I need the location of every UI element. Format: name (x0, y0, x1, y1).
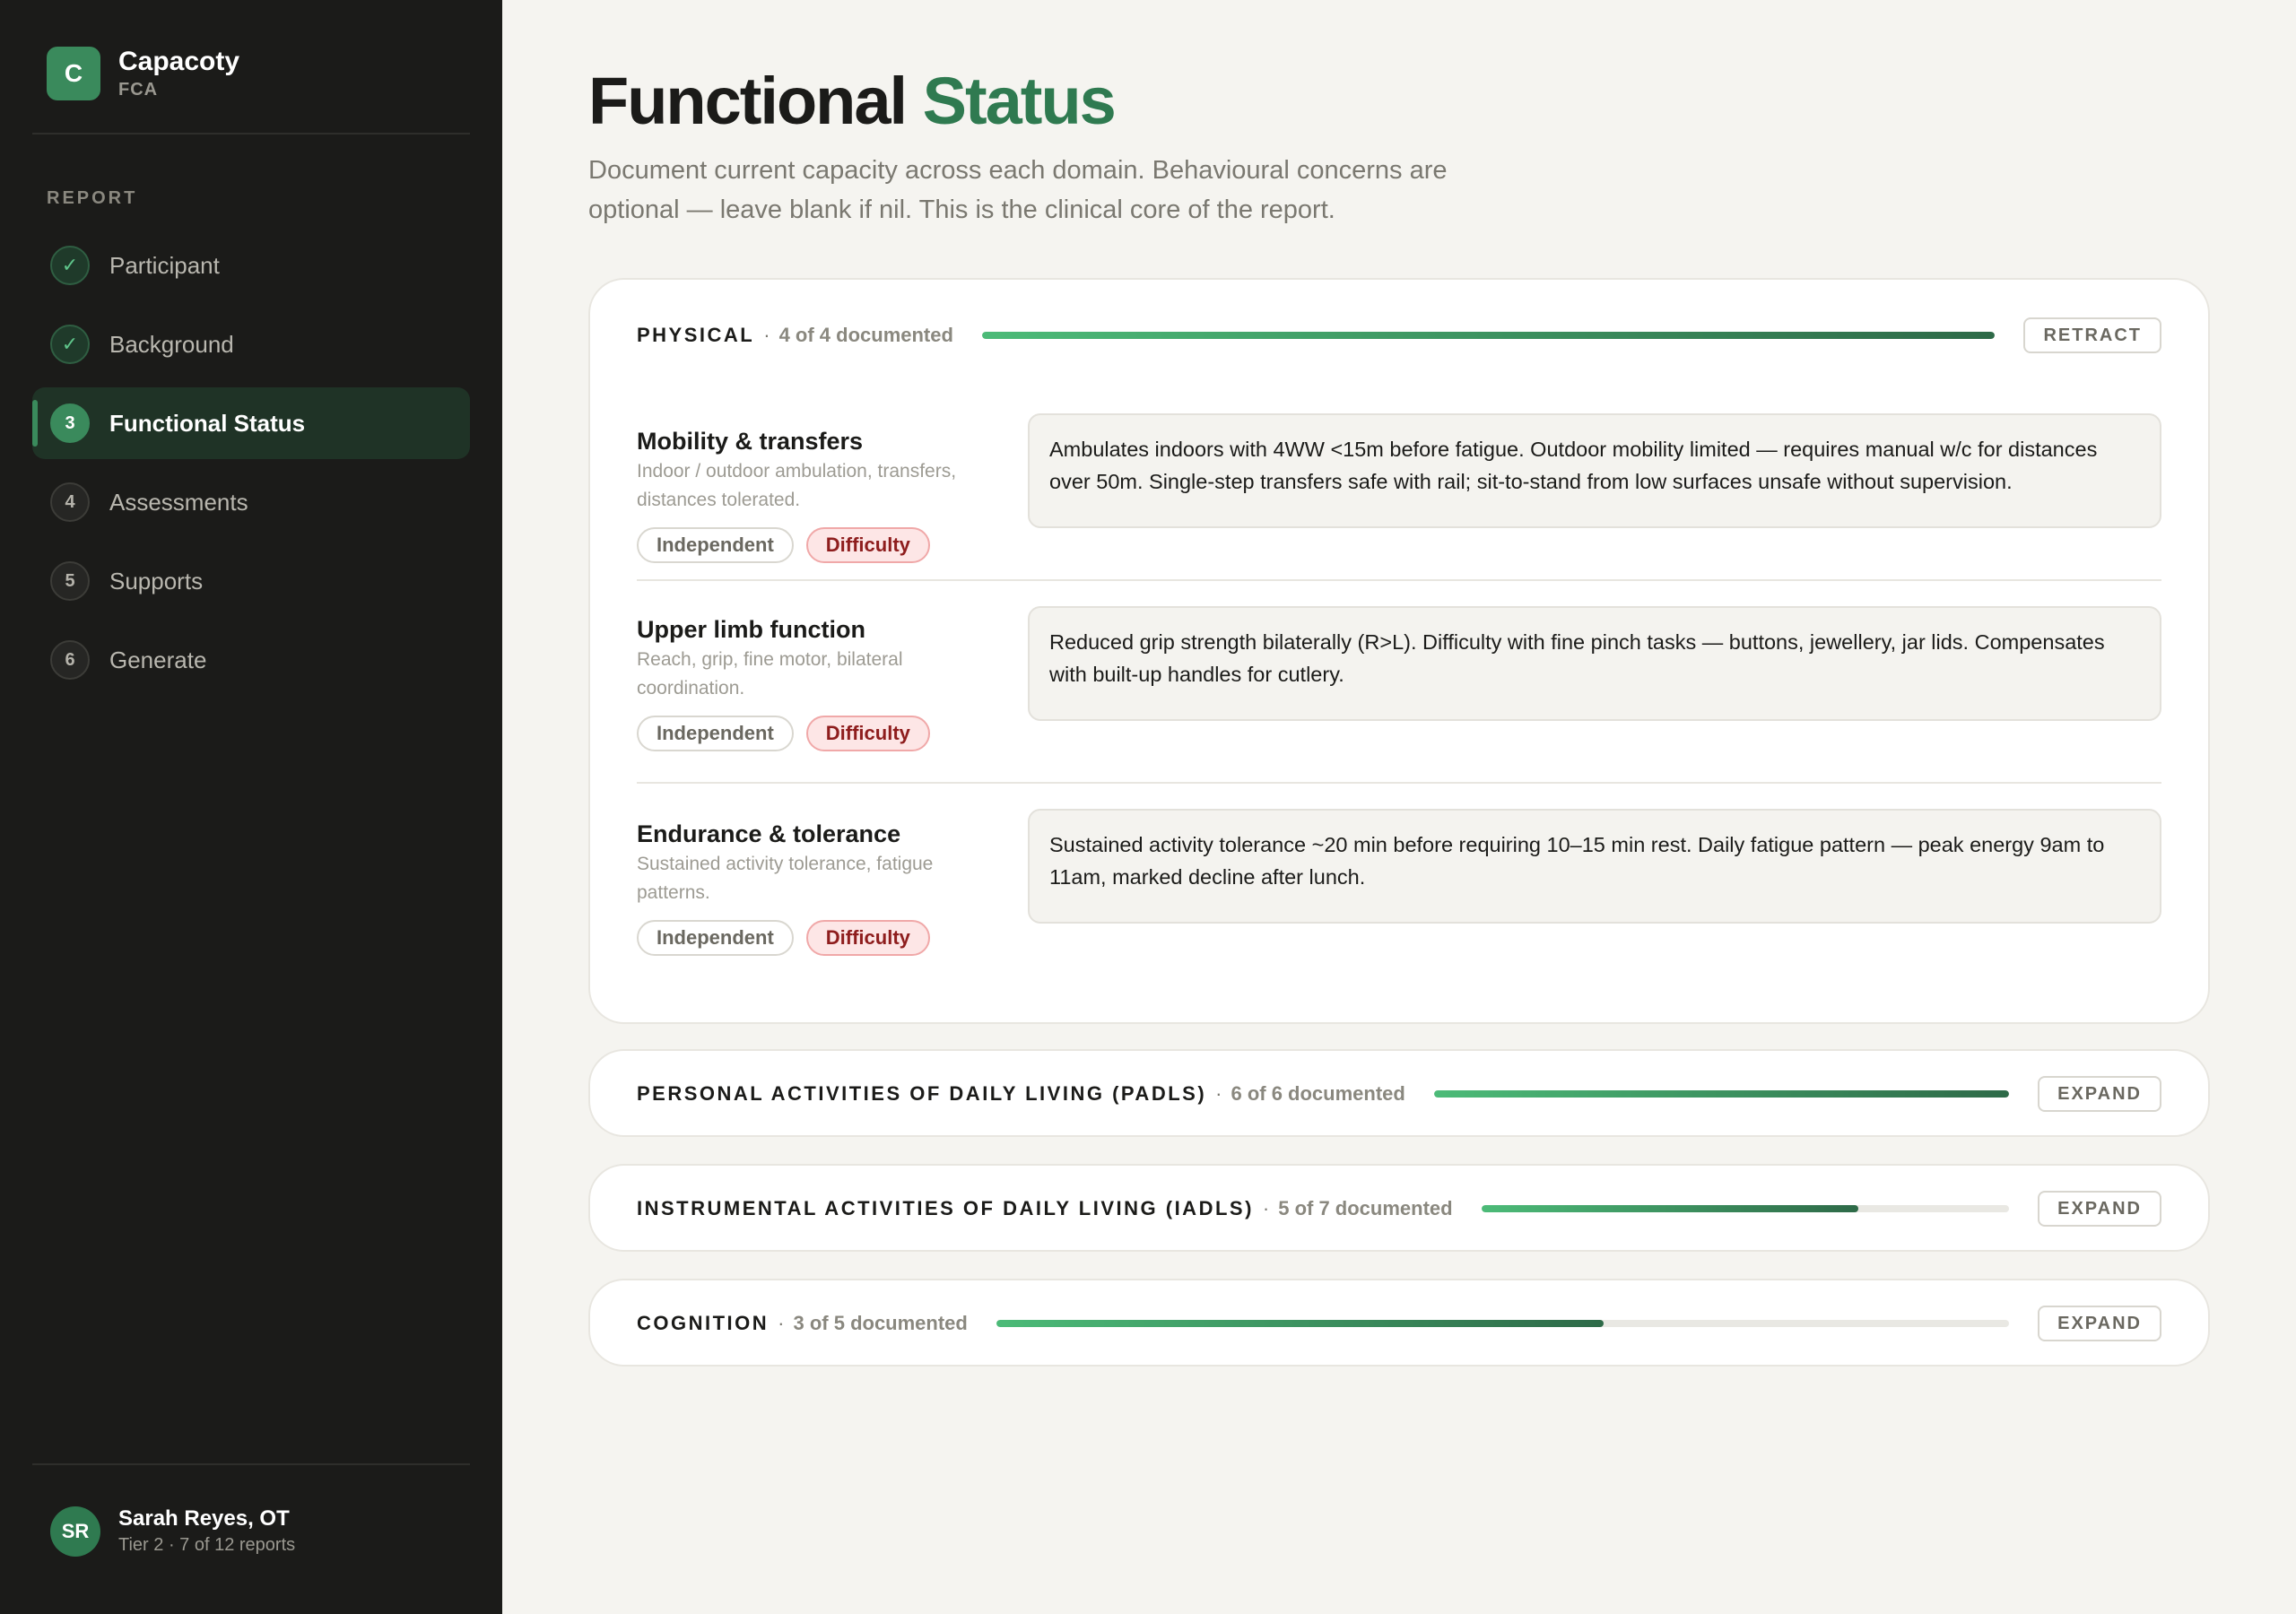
difficulty-chip[interactable]: Difficulty (805, 716, 930, 751)
section-header: COGNITION · 3 of 5 documented EXPAND (637, 1280, 2161, 1367)
expand-button[interactable]: EXPAND (2038, 1076, 2161, 1112)
difficulty-chip[interactable]: Difficulty (805, 920, 930, 956)
user-profile[interactable]: SR Sarah Reyes, OT Tier 2 · 7 of 12 repo… (50, 1506, 295, 1557)
domain-upper-limb-function: Upper limb function Reach, grip, fine mo… (637, 579, 2161, 782)
domain-name: Mobility & transfers (637, 428, 864, 455)
section-title: INSTRUMENTAL ACTIVITIES OF DAILY LIVING … (637, 1197, 1254, 1219)
section-padls: PERSONAL ACTIVITIES OF DAILY LIVING (PAD… (588, 1049, 2210, 1137)
sidebar-item-label: Generate (109, 646, 207, 673)
check-icon: ✓ (50, 246, 90, 285)
domain-mobility-transfers: Mobility & transfers Indoor / outdoor am… (637, 405, 2161, 590)
domain-name: Upper limb function (637, 616, 865, 643)
section-count: 6 of 6 documented (1231, 1082, 1405, 1105)
app-subtitle: FCA (118, 80, 159, 100)
separator-dot: · (778, 1312, 785, 1334)
section-count: 5 of 7 documented (1278, 1197, 1453, 1219)
report-steps-nav: ✓ Participant ✓ Background 3 Functional … (32, 230, 470, 703)
section-count: 3 of 5 documented (793, 1312, 968, 1334)
step-number-badge: 6 (50, 640, 90, 680)
domain-notes-field[interactable]: Ambulates indoors with 4WW <15m before f… (1028, 413, 2161, 528)
sidebar-item-label: Background (109, 330, 234, 358)
brand-text: Capacoty FCA (118, 47, 239, 100)
sidebar-item-generate[interactable]: 6 Generate (32, 624, 470, 696)
separator-dot: · (1215, 1082, 1222, 1105)
separator-dot: · (763, 324, 770, 346)
domain-hint: Sustained activity tolerance, fatigue pa… (637, 854, 934, 903)
step-number-badge: 4 (50, 482, 90, 522)
page-title: Functional Status (588, 63, 1117, 140)
section-header: PHYSICAL · 4 of 4 documented RETRACT (637, 280, 2161, 391)
sidebar-item-supports[interactable]: 5 Supports (32, 545, 470, 617)
section-title: PHYSICAL (637, 324, 755, 346)
retract-button[interactable]: RETRACT (2023, 317, 2161, 353)
independent-chip[interactable]: Independent (637, 716, 794, 751)
page-description: Document current capacity across each do… (588, 156, 1448, 224)
avatar: SR (50, 1506, 100, 1557)
domain-info: Mobility & transfers Indoor / outdoor am… (637, 427, 987, 563)
user-name: Sarah Reyes, OT (118, 1506, 290, 1531)
sidebar-divider (32, 133, 470, 134)
app-name: Capacoty (118, 47, 240, 76)
brand[interactable]: C Capacoty FCA (47, 47, 239, 100)
section-progress-fill (996, 1320, 1605, 1327)
domain-notes-field[interactable]: Sustained activity tolerance ~20 min bef… (1028, 809, 2161, 924)
section-physical: PHYSICAL · 4 of 4 documented RETRACT Mob… (588, 278, 2210, 1024)
domain-notes-field[interactable]: Reduced grip strength bilaterally (R>L).… (1028, 606, 2161, 721)
sidebar-item-label: Supports (109, 567, 204, 594)
user-meta: Tier 2 · 7 of 12 reports (118, 1535, 296, 1555)
section-progress-fill (981, 332, 1996, 339)
section-progress-fill (1433, 1090, 2010, 1098)
domain-hint: Reach, grip, fine motor, bilateral coord… (637, 649, 903, 699)
page-title-accent: Status (922, 64, 1117, 138)
independent-chip[interactable]: Independent (637, 527, 794, 563)
section-title: PERSONAL ACTIVITIES OF DAILY LIVING (PAD… (637, 1082, 1207, 1105)
section-cognition: COGNITION · 3 of 5 documented EXPAND (588, 1279, 2210, 1367)
section-progress-bar (1481, 1205, 2010, 1212)
section-progress-fill (1481, 1205, 1858, 1212)
section-header: PERSONAL ACTIVITIES OF DAILY LIVING (PAD… (637, 1051, 2161, 1137)
sidebar: C Capacoty FCA REPORT ✓ Participant ✓ Ba… (0, 0, 502, 1614)
sidebar-item-label: Participant (109, 251, 220, 279)
page-title-main: Functional (588, 64, 908, 138)
section-progress-bar (981, 332, 1996, 339)
domain-hint: Indoor / outdoor ambulation, transfers, … (637, 461, 957, 510)
section-progress-bar (1433, 1090, 2010, 1098)
check-icon: ✓ (50, 325, 90, 364)
step-number-badge: 3 (50, 404, 90, 443)
user-info: Sarah Reyes, OT Tier 2 · 7 of 12 reports (118, 1506, 295, 1557)
status-chips: Independent Difficulty (637, 920, 987, 956)
sidebar-item-background[interactable]: ✓ Background (32, 308, 470, 380)
sidebar-item-label: Assessments (109, 488, 248, 516)
sidebar-section-label: REPORT (47, 188, 138, 208)
sidebar-item-participant[interactable]: ✓ Participant (32, 230, 470, 301)
section-iadls: INSTRUMENTAL ACTIVITIES OF DAILY LIVING … (588, 1164, 2210, 1252)
section-progress-bar (996, 1320, 2010, 1327)
sidebar-divider (32, 1463, 470, 1465)
status-chips: Independent Difficulty (637, 716, 987, 751)
section-title: COGNITION (637, 1312, 770, 1334)
expand-button[interactable]: EXPAND (2038, 1191, 2161, 1227)
section-header: INSTRUMENTAL ACTIVITIES OF DAILY LIVING … (637, 1166, 2161, 1252)
separator-dot: · (1262, 1197, 1270, 1219)
step-number-badge: 5 (50, 561, 90, 601)
independent-chip[interactable]: Independent (637, 920, 794, 956)
domain-name: Endurance & tolerance (637, 820, 901, 847)
sidebar-item-assessments[interactable]: 4 Assessments (32, 466, 470, 538)
domain-info: Endurance & tolerance Sustained activity… (637, 820, 987, 956)
difficulty-chip[interactable]: Difficulty (805, 527, 930, 563)
brand-logo-icon: C (47, 47, 100, 100)
sidebar-item-label: Functional Status (109, 409, 306, 437)
domain-endurance-tolerance: Endurance & tolerance Sustained activity… (637, 782, 2161, 988)
section-count: 4 of 4 documented (778, 324, 953, 346)
sidebar-item-functional-status[interactable]: 3 Functional Status (32, 387, 470, 459)
domain-info: Upper limb function Reach, grip, fine mo… (637, 615, 987, 751)
expand-button[interactable]: EXPAND (2038, 1306, 2161, 1341)
status-chips: Independent Difficulty (637, 527, 987, 563)
